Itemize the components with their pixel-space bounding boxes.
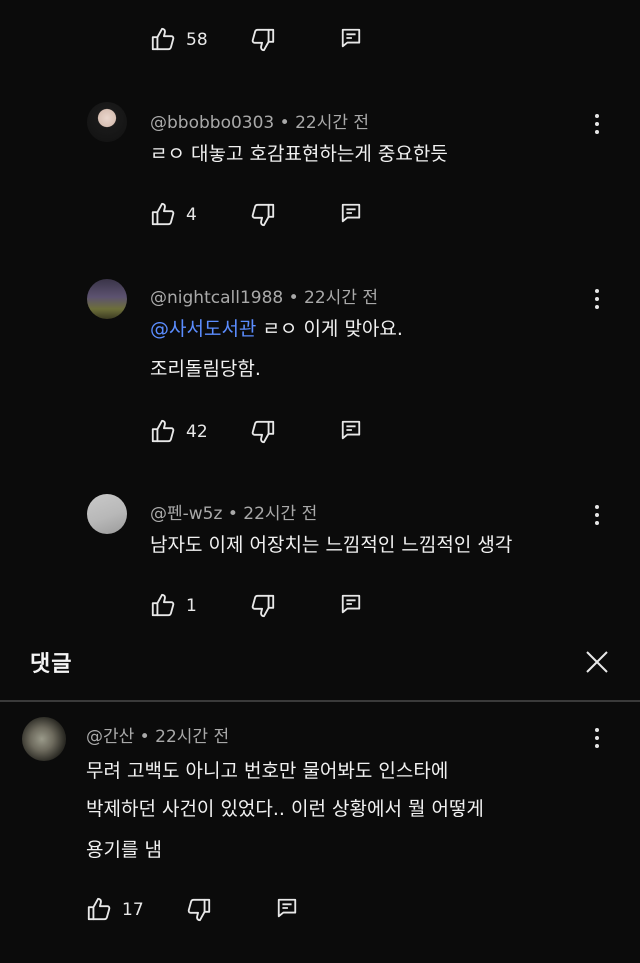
- reply-button[interactable]: [276, 897, 302, 923]
- author-name[interactable]: @펜-w5z: [150, 504, 222, 524]
- dislike-button[interactable]: [250, 27, 278, 55]
- reply-button[interactable]: [340, 27, 366, 53]
- panel-title: 댓글: [30, 652, 73, 677]
- thumbs-down-icon: [250, 419, 276, 445]
- dislike-button[interactable]: [250, 419, 278, 447]
- timestamp: 22시간 전: [155, 727, 230, 747]
- like-count: 58: [186, 30, 208, 50]
- avatar[interactable]: [87, 102, 127, 142]
- avatar[interactable]: [22, 717, 66, 761]
- dislike-button[interactable]: [250, 593, 278, 621]
- reply-button[interactable]: [340, 202, 366, 228]
- comment-text: 남자도 이제 어장치는 느낌적인 느낌적인 생각: [150, 534, 513, 556]
- thumbs-up-icon: [150, 592, 176, 618]
- comment-text-line: 용기를 냄: [86, 839, 162, 861]
- thumbs-down-icon: [250, 202, 276, 228]
- more-options-button[interactable]: [587, 724, 607, 752]
- comment-text-line: 박제하던 사건이 있었다.. 이런 상황에서 뭘 어떻게: [86, 798, 484, 820]
- timestamp: 22시간 전: [304, 288, 379, 308]
- avatar[interactable]: [87, 494, 127, 534]
- dislike-button[interactable]: [250, 202, 278, 230]
- more-vert-icon: [595, 728, 599, 732]
- timestamp: 22시간 전: [243, 504, 318, 524]
- thumbs-down-icon: [186, 897, 212, 923]
- like-button[interactable]: [86, 896, 116, 924]
- more-options-button[interactable]: [587, 285, 607, 313]
- comment-meta: @간산 • 22시간 전: [86, 727, 230, 747]
- more-options-button[interactable]: [587, 501, 607, 529]
- author-name[interactable]: @간산: [86, 727, 134, 747]
- comment-text-line: @사서도서관 ㄹㅇ 이게 맞아요.: [150, 318, 403, 340]
- comment-meta: @펜-w5z • 22시간 전: [150, 504, 318, 524]
- timestamp: 22시간 전: [295, 113, 370, 133]
- like-button[interactable]: [150, 592, 180, 620]
- close-icon: [586, 651, 608, 673]
- like-count: 4: [186, 205, 197, 225]
- reply-icon: [340, 593, 362, 615]
- more-vert-icon: [595, 289, 599, 293]
- comment-text-line: 조리돌림당함.: [150, 358, 261, 380]
- more-vert-icon: [595, 505, 599, 509]
- comment-meta: @nightcall1988 • 22시간 전: [150, 288, 379, 308]
- more-options-button[interactable]: [587, 110, 607, 138]
- close-button[interactable]: [584, 649, 612, 677]
- like-button[interactable]: [150, 418, 180, 446]
- reply-button[interactable]: [340, 593, 366, 619]
- like-count: 42: [186, 422, 208, 442]
- avatar[interactable]: [87, 279, 127, 319]
- mention-link[interactable]: @사서도서관: [150, 318, 256, 340]
- reply-icon: [340, 419, 362, 441]
- comment-text: ㄹㅇ 대놓고 호감표현하는게 중요한듯: [150, 143, 448, 165]
- reply-button[interactable]: [340, 419, 366, 445]
- thumbs-down-icon: [250, 27, 276, 53]
- reply-icon: [276, 897, 298, 919]
- panel-divider: [0, 700, 640, 702]
- author-name[interactable]: @nightcall1988: [150, 288, 283, 308]
- reply-icon: [340, 27, 362, 49]
- thumbs-up-icon: [150, 201, 176, 227]
- dislike-button[interactable]: [186, 897, 214, 925]
- like-count: 1: [186, 596, 197, 616]
- like-button[interactable]: [150, 201, 180, 229]
- reply-icon: [340, 202, 362, 224]
- thumbs-up-icon: [150, 26, 176, 52]
- thumbs-down-icon: [250, 593, 276, 619]
- like-count: 17: [122, 900, 144, 920]
- more-vert-icon: [595, 114, 599, 118]
- comment-meta: @bbobbo0303 • 22시간 전: [150, 113, 370, 133]
- comment-text-line: 무려 고백도 아니고 번호만 물어봐도 인스타에: [86, 760, 449, 782]
- author-name[interactable]: @bbobbo0303: [150, 113, 274, 133]
- thumbs-up-icon: [86, 896, 112, 922]
- thumbs-up-icon: [150, 418, 176, 444]
- like-button[interactable]: [150, 26, 180, 54]
